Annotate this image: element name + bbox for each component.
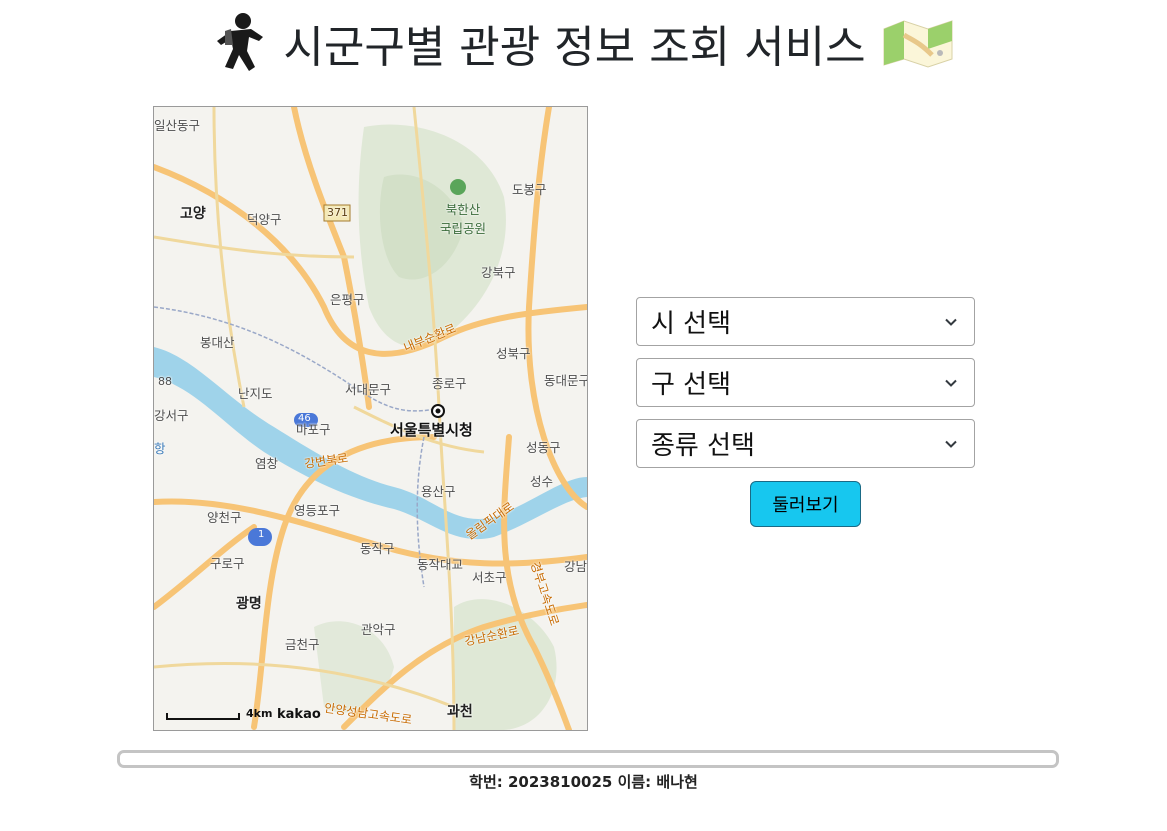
district-select[interactable]: 구 선택: [636, 358, 975, 407]
filter-controls: 시 선택 구 선택 종류 선택: [636, 297, 975, 480]
map-label: 성북구: [496, 346, 531, 361]
map-label: 서대문구: [345, 382, 392, 397]
map-label: 강서구: [154, 408, 189, 423]
chevron-down-icon: [945, 379, 957, 387]
map-label: 1: [258, 529, 265, 540]
map-label: 과천: [447, 704, 473, 720]
map-label: 덕양구: [247, 212, 282, 227]
map-label: 항: [154, 441, 166, 456]
map-label: 은평구: [330, 292, 365, 307]
map-label: 금천구: [285, 637, 320, 652]
type-select[interactable]: 종류 선택: [636, 419, 975, 468]
map-label: 마포구: [296, 422, 331, 437]
city-select[interactable]: 시 선택: [636, 297, 975, 346]
city-select-value: 시 선택: [651, 309, 732, 339]
progress-bar: [117, 750, 1059, 768]
footer-student-info: 학번: 2023810025 이름: 배나현: [469, 773, 698, 791]
page-title-row: 시군구별 관광 정보 조회 서비스: [0, 8, 1167, 78]
map-label: 성수: [530, 474, 554, 489]
map-label: 구로구: [210, 556, 245, 571]
map-label: 난지도: [238, 386, 273, 401]
map-label: 관악구: [361, 622, 396, 637]
map-label: 영등포구: [294, 503, 341, 518]
type-select-value: 종류 선택: [651, 431, 755, 461]
map-label: 일산동구: [154, 118, 201, 133]
district-select-value: 구 선택: [651, 370, 732, 400]
chevron-down-icon: [945, 318, 957, 326]
map-icon: [883, 20, 953, 68]
map-label: 서초구: [472, 570, 507, 585]
map-label: 종로구: [432, 376, 467, 391]
running-person-icon: [217, 13, 264, 71]
map-label: 동작구: [360, 541, 395, 556]
kakao-map[interactable]: 일산동구 도봉구 고양 덕양구 371 북한산 국립공원 강북구 은평구 봉대산…: [153, 106, 588, 731]
map-label: 도봉구: [512, 182, 547, 197]
scale-bar: [166, 713, 240, 720]
map-label: 371: [327, 206, 348, 219]
page-title: 시군구별 관광 정보 조회 서비스: [283, 22, 866, 73]
map-label: 88: [158, 375, 172, 388]
map-label: 강남: [564, 559, 588, 574]
map-label: 염창: [255, 456, 279, 471]
map-label: 서울특별시청: [390, 421, 473, 439]
map-label: 용산구: [421, 484, 456, 499]
scale-label: 4km: [246, 707, 273, 720]
map-label: 광명: [236, 596, 262, 612]
map-label: 고양: [180, 206, 206, 222]
map-label: 성동구: [526, 440, 561, 455]
kakao-logo: kakao: [277, 707, 321, 722]
map-scale: 4km: [166, 707, 272, 720]
map-label: 강북구: [481, 265, 516, 280]
browse-button[interactable]: 둘러보기: [750, 481, 861, 527]
map-label: 봉대산: [200, 335, 235, 350]
map-label: 동대문구: [544, 373, 588, 388]
map-label: 북한산 국립공원: [440, 202, 487, 236]
chevron-down-icon: [945, 440, 957, 448]
map-label: 동작대교: [417, 557, 464, 572]
map-label: 양천구: [207, 510, 242, 525]
